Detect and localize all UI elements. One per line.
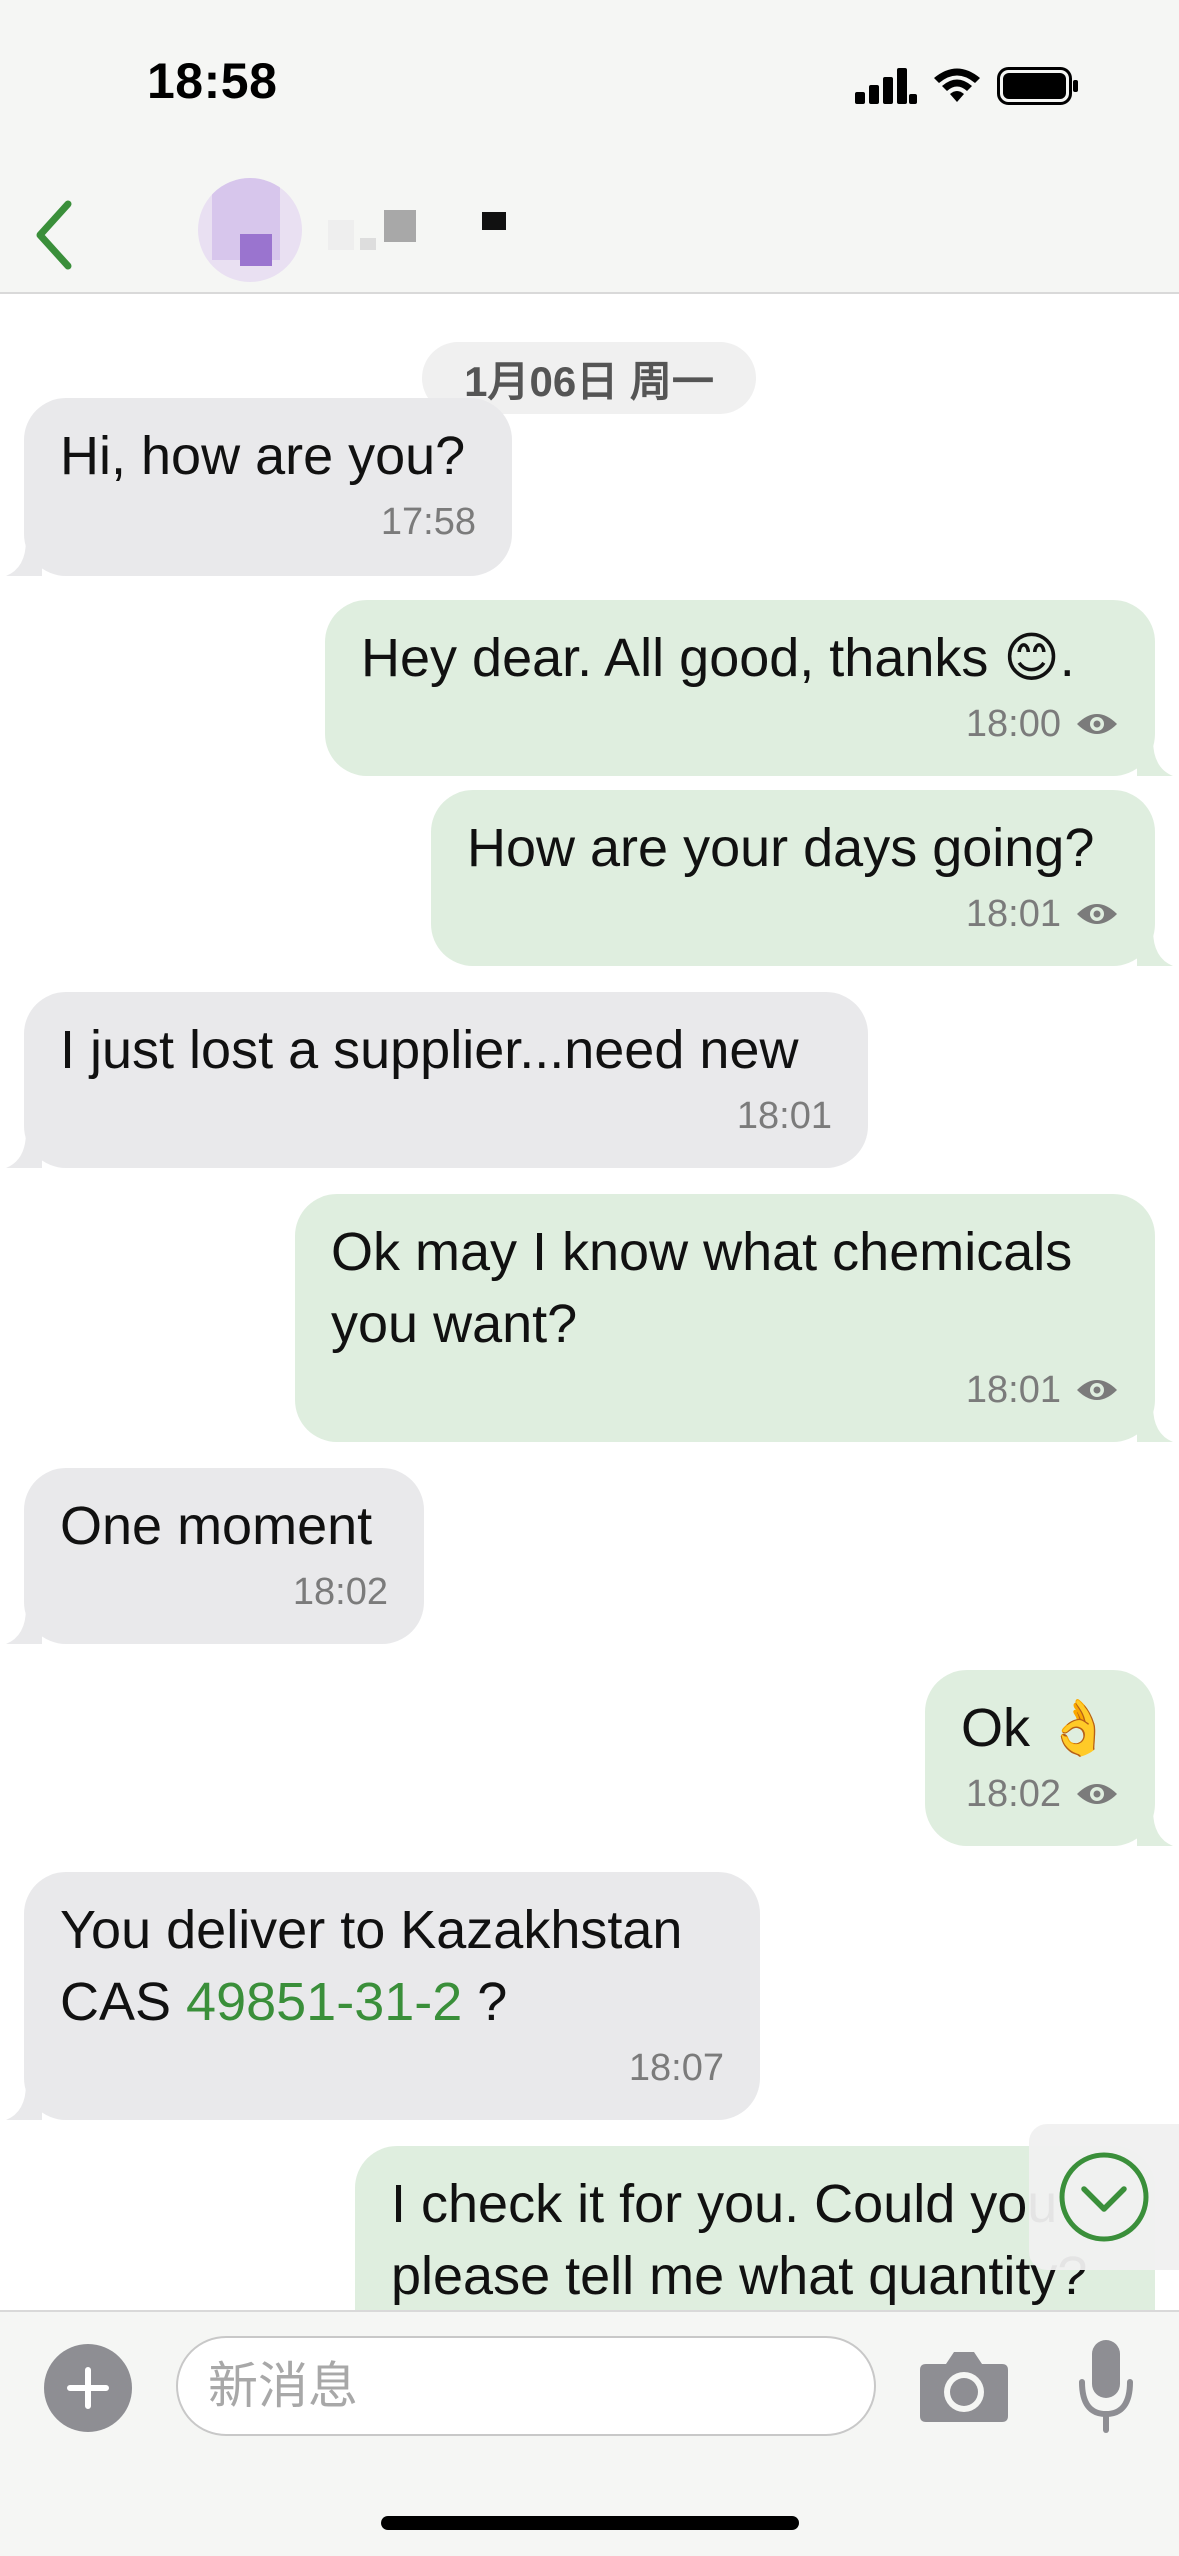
- chevron-left-icon: [36, 200, 72, 270]
- composer-bar: 新消息: [0, 2310, 1179, 2556]
- message-outgoing[interactable]: Ok 👌 18:02: [925, 1670, 1173, 1846]
- scroll-to-bottom-button[interactable]: [1029, 2124, 1179, 2270]
- message-time: 18:01: [965, 1369, 1061, 1411]
- eye-icon: [1077, 714, 1117, 734]
- message-text: How are your days going?: [467, 818, 1095, 878]
- message-text: Ok may I know what chemicals you want?: [331, 1222, 1073, 1354]
- message-outgoing[interactable]: How are your days going? 18:01: [431, 790, 1173, 966]
- message-time: 18:01: [965, 893, 1061, 935]
- bubble-tail: [1137, 740, 1173, 776]
- contact-name-redacted[interactable]: [310, 198, 530, 258]
- status-bar: 18:58: [0, 0, 1179, 170]
- status-icons: [855, 66, 1079, 106]
- plus-icon: [67, 2367, 109, 2409]
- eye-icon: [1077, 1380, 1117, 1400]
- bubble-tail: [6, 1132, 42, 1168]
- contact-avatar[interactable]: [198, 178, 302, 282]
- microphone-button[interactable]: [1076, 2336, 1136, 2436]
- microphone-icon: [1079, 2340, 1133, 2433]
- bubble-tail: [1137, 1406, 1173, 1442]
- message-input[interactable]: 新消息: [176, 2336, 876, 2436]
- back-button[interactable]: [24, 190, 84, 280]
- message-text-part: ?: [462, 1972, 508, 2032]
- message-time: 18:07: [628, 2047, 724, 2089]
- message-time: 17:58: [380, 501, 476, 543]
- attach-button[interactable]: [44, 2344, 132, 2432]
- camera-icon: [920, 2352, 1008, 2422]
- message-text: I check it for you. Could you please tel…: [391, 2174, 1088, 2306]
- message-list[interactable]: 1月06日 周一 Hi, how are you? 17:58 Hey dear…: [0, 296, 1179, 2310]
- message-text: Hi, how are you?: [60, 426, 466, 486]
- bubble-tail: [6, 540, 42, 576]
- message-text: One moment: [60, 1496, 373, 1556]
- message-time: 18:02: [965, 1773, 1061, 1815]
- eye-icon: [1077, 1784, 1117, 1804]
- message-outgoing[interactable]: Ok may I know what chemicals you want? 1…: [295, 1194, 1173, 1442]
- bubble-tail: [1137, 930, 1173, 966]
- bubble-tail: [6, 2084, 42, 2120]
- camera-button[interactable]: [918, 2346, 1010, 2426]
- message-time: 18:01: [736, 1095, 832, 1137]
- message-text: You deliver to Kazakhstan CAS 49851-31-2…: [60, 1894, 724, 2038]
- message-text: Ok 👌: [961, 1698, 1113, 1758]
- status-time: 18:58: [147, 53, 278, 109]
- home-indicator: [381, 2516, 799, 2530]
- message-incoming[interactable]: You deliver to Kazakhstan CAS 49851-31-2…: [6, 1872, 760, 2120]
- bubble-tail: [6, 1608, 42, 1644]
- message-time: 18:02: [292, 1571, 388, 1613]
- eye-icon: [1077, 904, 1117, 924]
- message-text: I just lost a supplier...need new: [60, 1020, 799, 1080]
- cas-number-link[interactable]: 49851-31-2: [186, 1972, 462, 2032]
- bubble-tail: [1137, 1810, 1173, 1846]
- message-text: Hey dear. All good, thanks 😊.: [361, 628, 1075, 688]
- wifi-icon: [934, 68, 980, 102]
- message-incoming[interactable]: One moment 18:02: [6, 1468, 424, 1644]
- cellular-signal-icon: [855, 68, 917, 104]
- chat-header: [0, 170, 1179, 294]
- message-incoming[interactable]: Hi, how are you? 17:58: [6, 398, 512, 576]
- message-time: 18:00: [965, 703, 1061, 745]
- chevron-down-circle-icon: [1059, 2152, 1149, 2242]
- message-outgoing[interactable]: Hey dear. All good, thanks 😊. 18:00: [325, 600, 1173, 776]
- message-incoming[interactable]: I just lost a supplier...need new 18:01: [6, 992, 868, 1168]
- battery-icon: [997, 67, 1078, 105]
